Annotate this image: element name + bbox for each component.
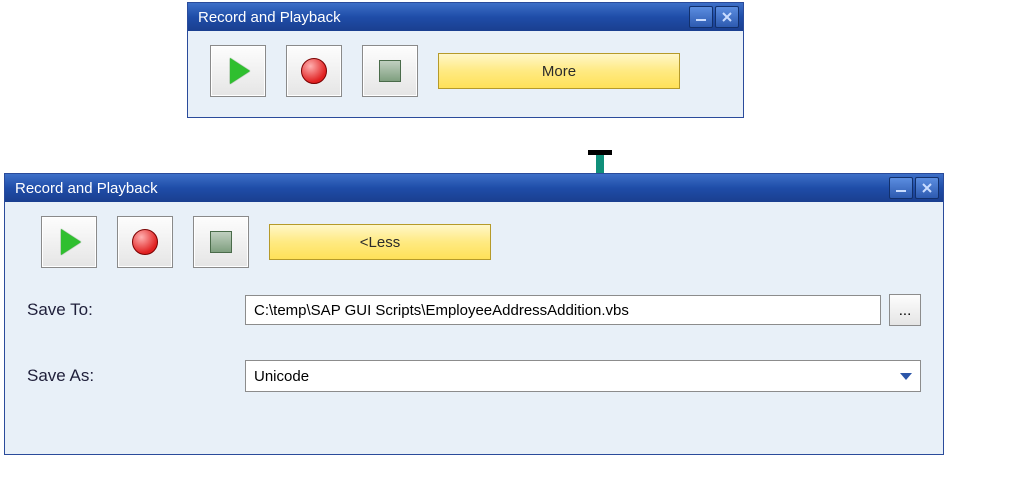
record-button[interactable] (117, 216, 173, 268)
play-button[interactable] (210, 45, 266, 97)
stop-button[interactable] (362, 45, 418, 97)
save-as-select[interactable]: Unicode (245, 360, 921, 392)
toolbar: <Less (5, 202, 943, 282)
play-icon (61, 229, 81, 255)
toolbar: More (188, 31, 743, 111)
stop-button[interactable] (193, 216, 249, 268)
close-icon (921, 182, 933, 194)
record-icon (132, 229, 158, 255)
close-button[interactable] (915, 177, 939, 199)
stop-icon (210, 231, 232, 253)
browse-button[interactable]: ... (889, 294, 921, 326)
record-button[interactable] (286, 45, 342, 97)
window-title: Record and Playback (15, 180, 158, 197)
less-button[interactable]: <Less (269, 224, 491, 260)
save-to-row: Save To: ... (5, 288, 943, 332)
play-button[interactable] (41, 216, 97, 268)
record-playback-window-expanded: Record and Playback <Less Save To: ... S… (4, 173, 944, 455)
titlebar-controls (689, 6, 739, 28)
chevron-down-icon (900, 373, 912, 380)
record-playback-window-collapsed: Record and Playback More (187, 2, 744, 118)
save-to-input[interactable] (245, 295, 881, 325)
save-as-label: Save As: (27, 366, 237, 386)
minimize-icon (696, 19, 706, 21)
save-as-row: Save As: Unicode (5, 354, 943, 398)
titlebar-controls (889, 177, 939, 199)
close-icon (721, 11, 733, 23)
save-to-label: Save To: (27, 300, 237, 320)
more-button[interactable]: More (438, 53, 680, 89)
window-title: Record and Playback (198, 9, 341, 26)
minimize-button[interactable] (889, 177, 913, 199)
titlebar: Record and Playback (188, 3, 743, 31)
minimize-button[interactable] (689, 6, 713, 28)
record-icon (301, 58, 327, 84)
stop-icon (379, 60, 401, 82)
save-as-value: Unicode (254, 368, 309, 385)
close-button[interactable] (715, 6, 739, 28)
play-icon (230, 58, 250, 84)
minimize-icon (896, 190, 906, 192)
titlebar: Record and Playback (5, 174, 943, 202)
